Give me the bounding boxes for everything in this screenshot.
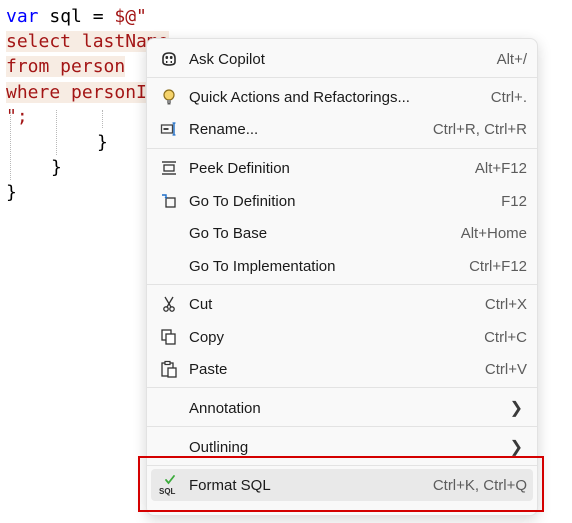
closing-brace: } — [6, 182, 17, 203]
menu-item-label: Format SQL — [189, 476, 271, 494]
menu-item-label: Quick Actions and Refactorings... — [189, 88, 410, 106]
format-sql-icon-text: SQL — [159, 487, 176, 496]
menu-item-shortcut: Ctrl+F12 — [469, 257, 527, 275]
menu-item-shortcut: Ctrl+X — [484, 295, 527, 313]
menu-item-shortcut: Ctrl+V — [484, 360, 527, 378]
menu-item-shortcut: Ctrl+K, Ctrl+Q — [432, 476, 527, 494]
menu-item-shortcut: Ctrl+C — [484, 328, 527, 346]
code-line-3: from person — [6, 54, 126, 80]
indent-guide — [102, 110, 103, 128]
paste-icon — [157, 357, 181, 381]
menu-separator — [147, 465, 537, 466]
sql-text: where personId — [6, 82, 158, 103]
menu-item-label: Go To Base — [189, 224, 268, 242]
closing-brace: } — [97, 132, 108, 153]
menu-item-label: Peek Definition — [189, 159, 290, 177]
format-sql-icon: SQL — [157, 473, 181, 497]
indent-guide — [10, 110, 11, 180]
lightbulb-icon — [157, 85, 181, 109]
menu-separator — [147, 284, 537, 285]
code-line-2: select lastName — [6, 29, 169, 55]
menu-item-format-sql[interactable]: SQL Format SQL Ctrl+K, Ctrl+Q — [151, 469, 533, 501]
menu-separator — [147, 387, 537, 388]
context-menu: Ask Copilot Alt+/ Quick Actions and Refa… — [146, 38, 538, 516]
closing-brace: } — [51, 157, 62, 178]
menu-item-annotation[interactable]: Annotation ❯ — [151, 392, 533, 424]
chevron-right-icon: ❯ — [509, 439, 523, 456]
menu-separator — [147, 77, 537, 78]
menu-item-label: Ask Copilot — [189, 50, 265, 68]
menu-separator — [147, 148, 537, 149]
sql-text: from person — [6, 56, 126, 77]
menu-item-cut[interactable]: Cut Ctrl+X — [151, 288, 533, 320]
menu-item-label: Annotation — [189, 399, 261, 417]
string-token: $@" — [114, 6, 147, 27]
indent-guide — [56, 110, 57, 155]
chevron-right-icon: ❯ — [509, 400, 523, 417]
menu-item-shortcut: Alt+/ — [496, 50, 527, 68]
menu-item-quick-actions[interactable]: Quick Actions and Refactorings... Ctrl+. — [151, 81, 533, 113]
rename-icon — [157, 117, 181, 141]
scissors-icon — [157, 292, 181, 316]
code-line-4: where personId — [6, 80, 158, 106]
keyword-token: var — [6, 6, 39, 27]
menu-item-label: Paste — [189, 360, 228, 378]
menu-item-go-to-base[interactable]: Go To Base Alt+Home — [151, 217, 533, 249]
menu-item-rename[interactable]: Rename... Ctrl+R, Ctrl+R — [151, 113, 533, 145]
menu-separator — [147, 426, 537, 427]
menu-item-go-to-definition[interactable]: Go To Definition F12 — [151, 185, 533, 217]
menu-item-go-to-implementation[interactable]: Go To Implementation Ctrl+F12 — [151, 250, 533, 282]
menu-item-shortcut: Alt+Home — [460, 224, 527, 242]
menu-item-label: Rename... — [189, 120, 259, 138]
menu-item-peek-definition[interactable]: Peek Definition Alt+F12 — [151, 152, 533, 184]
menu-item-label: Copy — [189, 328, 225, 346]
menu-item-label: Go To Definition — [189, 192, 296, 210]
go-to-definition-icon — [157, 189, 181, 213]
sql-text: select lastName — [6, 31, 169, 52]
code-line-1: var sql = $@" — [6, 4, 147, 30]
menu-item-shortcut: Ctrl+. — [490, 88, 527, 106]
peek-definition-icon — [157, 156, 181, 180]
menu-item-label: Cut — [189, 295, 213, 313]
menu-item-label: Go To Implementation — [189, 257, 336, 275]
menu-item-paste[interactable]: Paste Ctrl+V — [151, 353, 533, 385]
menu-item-shortcut: F12 — [501, 192, 527, 210]
identifier-token: sql = — [38, 6, 115, 27]
menu-item-shortcut: Alt+F12 — [474, 159, 527, 177]
copy-icon — [157, 325, 181, 349]
menu-item-label: Outlining — [189, 438, 249, 456]
menu-item-outlining[interactable]: Outlining ❯ — [151, 431, 533, 463]
menu-item-shortcut: Ctrl+R, Ctrl+R — [432, 120, 527, 138]
menu-item-ask-copilot[interactable]: Ask Copilot Alt+/ — [151, 43, 533, 75]
menu-item-copy[interactable]: Copy Ctrl+C — [151, 321, 533, 353]
copilot-icon — [157, 47, 181, 71]
